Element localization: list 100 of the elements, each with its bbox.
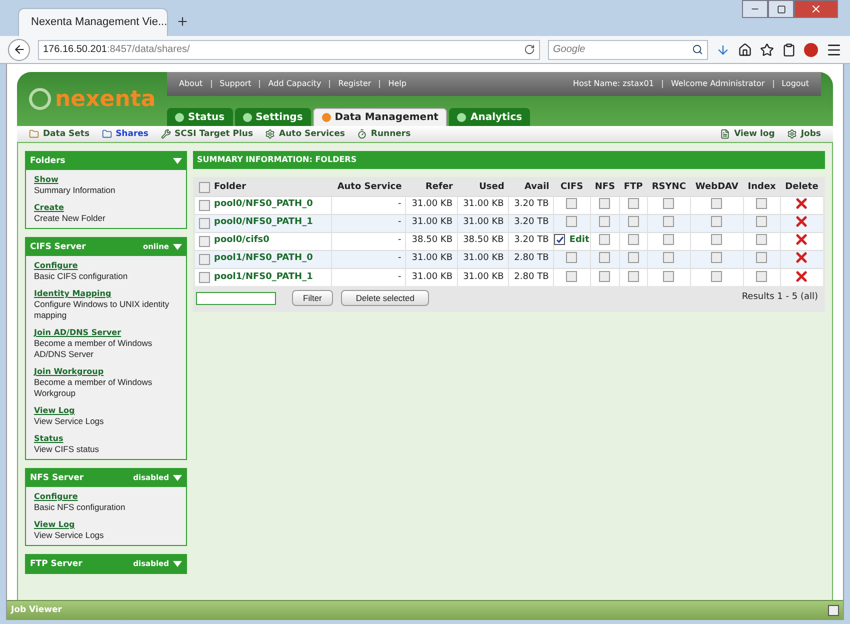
share-checkbox[interactable] bbox=[566, 198, 578, 210]
edit-link[interactable]: Edit bbox=[569, 235, 590, 246]
share-checkbox[interactable] bbox=[566, 252, 578, 264]
top-link[interactable]: About bbox=[179, 78, 203, 90]
clipboard-icon[interactable] bbox=[782, 42, 796, 56]
nav-tab[interactable]: Analytics bbox=[449, 108, 530, 126]
share-checkbox[interactable] bbox=[711, 216, 722, 228]
row-checkbox[interactable] bbox=[199, 254, 210, 264]
delete-icon[interactable] bbox=[796, 216, 808, 228]
sidebar-link[interactable]: Configure bbox=[34, 260, 78, 271]
sub-nav-link[interactable]: Auto Services bbox=[265, 128, 345, 140]
nav-tab[interactable]: Status bbox=[167, 108, 233, 126]
row-checkbox[interactable] bbox=[199, 272, 210, 283]
sidebar-link[interactable]: Identity Mapping bbox=[34, 288, 112, 299]
share-checkbox[interactable] bbox=[663, 216, 674, 228]
share-checkbox[interactable] bbox=[711, 252, 722, 264]
share-checkbox[interactable] bbox=[628, 252, 639, 264]
folder-link[interactable]: pool0/cifs0 bbox=[214, 234, 270, 248]
share-checkbox[interactable] bbox=[711, 198, 722, 210]
share-checkbox[interactable] bbox=[628, 216, 639, 228]
share-checkbox[interactable] bbox=[711, 234, 722, 246]
share-checkbox[interactable] bbox=[628, 234, 639, 246]
filter-button[interactable]: Filter bbox=[292, 290, 333, 306]
share-checkbox[interactable] bbox=[599, 198, 610, 210]
sidebar-link[interactable]: Status bbox=[34, 433, 64, 444]
share-checkbox[interactable] bbox=[756, 234, 768, 246]
filter-field[interactable] bbox=[196, 292, 276, 304]
share-checkbox[interactable] bbox=[599, 270, 610, 282]
share-checkbox[interactable] bbox=[628, 198, 639, 210]
sidebar-link[interactable]: Join AD/DNS Server bbox=[34, 327, 122, 338]
sub-nav-link[interactable]: SCSI Target Plus bbox=[160, 128, 254, 140]
top-link[interactable]: Support bbox=[220, 78, 252, 90]
back-button[interactable] bbox=[8, 38, 30, 60]
search-icon[interactable] bbox=[692, 44, 703, 55]
search-field[interactable]: Google bbox=[548, 40, 708, 60]
sub-nav-link[interactable]: Shares bbox=[102, 128, 148, 140]
browser-tab[interactable]: Nexenta Management Vie... bbox=[18, 8, 168, 36]
delete-icon[interactable] bbox=[796, 270, 808, 282]
new-tab-icon[interactable] bbox=[176, 15, 189, 28]
share-checkbox[interactable] bbox=[663, 234, 674, 246]
share-checkbox[interactable] bbox=[756, 270, 768, 282]
share-checkbox[interactable] bbox=[566, 270, 578, 282]
panel-header[interactable]: Folders bbox=[26, 152, 186, 170]
row-checkbox[interactable] bbox=[199, 218, 210, 228]
close-icon[interactable] bbox=[794, 0, 838, 18]
column-header: Delete bbox=[780, 179, 823, 196]
share-checkbox[interactable] bbox=[663, 270, 674, 282]
top-link[interactable]: Help bbox=[388, 78, 406, 90]
download-icon[interactable] bbox=[716, 42, 730, 56]
share-checkbox[interactable] bbox=[599, 252, 610, 264]
share-checkbox[interactable] bbox=[756, 198, 768, 210]
home-icon[interactable] bbox=[738, 42, 752, 56]
share-checkbox[interactable] bbox=[663, 252, 674, 264]
folder-link[interactable]: pool0/NFS0_PATH_0 bbox=[214, 198, 313, 212]
maximize-icon[interactable] bbox=[768, 0, 794, 18]
jobs-link[interactable]: Jobs bbox=[786, 128, 821, 140]
sidebar-link[interactable]: Create bbox=[34, 202, 64, 213]
sidebar-link[interactable]: View Log bbox=[34, 405, 75, 416]
share-checkbox[interactable] bbox=[756, 216, 768, 228]
folder-link[interactable]: pool1/NFS0_PATH_1 bbox=[214, 270, 313, 284]
column-header: Refer bbox=[406, 179, 457, 196]
delete-icon[interactable] bbox=[796, 234, 808, 246]
table-cell: - bbox=[331, 268, 406, 286]
delete-selected-button[interactable]: Delete selected bbox=[340, 290, 430, 306]
select-all-checkbox[interactable] bbox=[199, 182, 210, 193]
share-checkbox[interactable] bbox=[756, 252, 768, 264]
sidebar-link[interactable]: Show bbox=[34, 174, 58, 185]
share-checkbox[interactable] bbox=[628, 270, 639, 282]
nav-tab[interactable]: Settings bbox=[234, 108, 311, 126]
share-checkbox[interactable] bbox=[566, 216, 578, 228]
row-checkbox[interactable] bbox=[199, 200, 210, 210]
delete-icon[interactable] bbox=[796, 198, 808, 210]
top-link[interactable]: Register bbox=[338, 78, 372, 90]
folder-link[interactable]: pool0/NFS0_PATH_1 bbox=[214, 216, 313, 230]
column-header: Index bbox=[743, 179, 780, 196]
menu-icon[interactable] bbox=[826, 42, 842, 58]
sidebar-link[interactable]: Configure bbox=[34, 491, 78, 502]
share-checkbox[interactable] bbox=[599, 216, 610, 228]
star-icon[interactable] bbox=[760, 42, 774, 56]
sub-nav-link[interactable]: Data Sets bbox=[29, 128, 90, 140]
document-icon bbox=[720, 129, 730, 139]
nav-tab[interactable]: Data Management bbox=[312, 108, 448, 126]
view-log-link[interactable]: View log bbox=[720, 128, 775, 140]
sidebar-link[interactable]: View Log bbox=[34, 519, 75, 530]
share-checkbox[interactable] bbox=[663, 198, 674, 210]
link-description: Summary Information bbox=[34, 185, 116, 196]
sub-nav-link[interactable]: Runners bbox=[356, 128, 411, 140]
row-checkbox[interactable] bbox=[199, 236, 210, 246]
expand-icon[interactable] bbox=[828, 605, 839, 616]
address-field[interactable]: 176.16.50.201:8457/data/shares/ bbox=[38, 40, 540, 60]
reload-icon[interactable] bbox=[524, 44, 535, 55]
top-link[interactable]: Add Capacity bbox=[268, 78, 322, 90]
logout-link[interactable]: Logout bbox=[782, 78, 809, 90]
share-checkbox[interactable] bbox=[711, 270, 722, 282]
share-checkbox[interactable] bbox=[599, 234, 610, 246]
folder-link[interactable]: pool1/NFS0_PATH_0 bbox=[214, 252, 313, 266]
delete-icon[interactable] bbox=[796, 252, 808, 264]
sidebar-link[interactable]: Join Workgroup bbox=[34, 366, 104, 377]
share-checkbox[interactable] bbox=[554, 234, 566, 246]
table-cell: 31.00 KB bbox=[457, 268, 508, 286]
